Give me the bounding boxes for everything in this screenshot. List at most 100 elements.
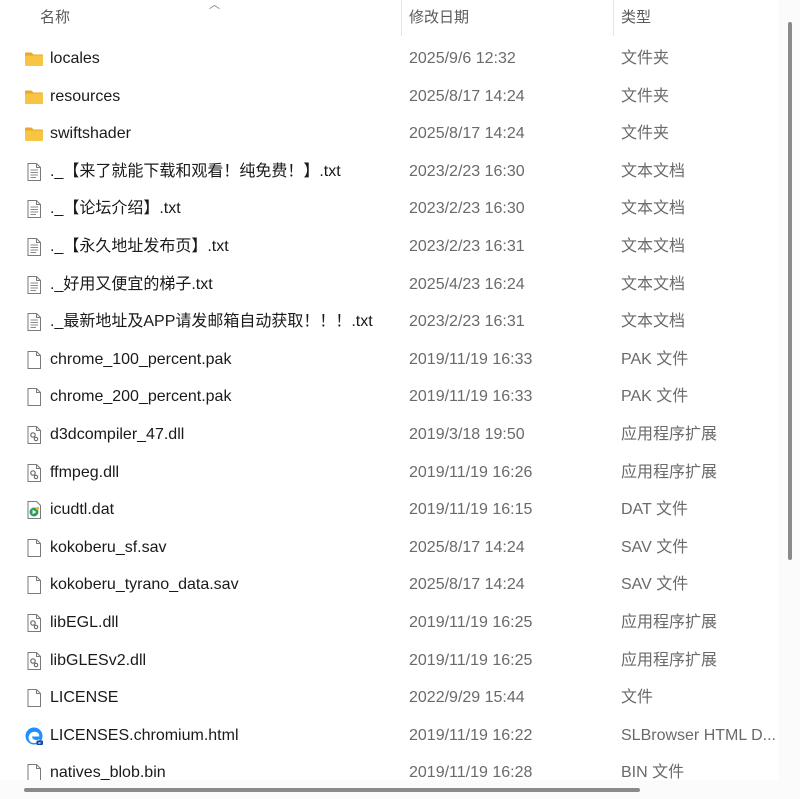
file-row[interactable]: d3dcompiler_47.dll 2019/3/18 19:50 应用程序扩展	[0, 416, 778, 454]
file-modified-date: 2023/2/23 16:31	[409, 237, 525, 255]
vertical-scrollbar[interactable]	[778, 0, 800, 799]
file-type: 文本文档	[621, 200, 686, 218]
file-name[interactable]: ._最新地址及APP请发邮箱自动获取！！！.txt	[50, 303, 373, 341]
file-type: SLBrowser HTML D...	[621, 726, 776, 744]
file-modified-date: 2025/4/23 16:24	[409, 275, 525, 293]
file-name[interactable]: icudtl.dat	[50, 491, 114, 529]
column-header: ︿ 名称 修改日期 类型	[0, 0, 778, 36]
file-modified-date: 2023/2/23 16:30	[409, 162, 525, 180]
horizontal-scrollbar[interactable]	[0, 780, 778, 799]
text-document-icon	[24, 312, 44, 332]
file-modified-date: 2022/9/29 15:44	[409, 689, 525, 707]
file-name[interactable]: ._好用又便宜的梯子.txt	[50, 266, 213, 304]
file-row[interactable]: ._【来了就能下载和观看！纯免费！】.txt 2023/2/23 16:30 文本文…	[0, 153, 778, 191]
file-type: PAK 文件	[621, 388, 689, 406]
file-name[interactable]: LICENSES.chromium.html	[50, 717, 239, 755]
file-row[interactable]: libEGL.dll 2019/11/19 16:25 应用程序扩展	[0, 604, 778, 642]
file-name[interactable]: libGLESv2.dll	[50, 642, 146, 680]
file-name[interactable]: natives_blob.bin	[50, 754, 166, 780]
file-name[interactable]: kokoberu_tyrano_data.sav	[50, 566, 239, 604]
file-type: 文件	[621, 689, 654, 707]
file-type: 文件夹	[621, 87, 670, 105]
file-modified-date: 2019/11/19 16:26	[409, 463, 533, 481]
file-modified-date: 2025/8/17 14:24	[409, 87, 525, 105]
file-type: 文件夹	[621, 125, 670, 143]
file-type: 文本文档	[621, 237, 686, 255]
file-name[interactable]: ._【永久地址发布页】.txt	[50, 228, 229, 266]
sort-ascending-icon[interactable]: ︿	[209, 0, 220, 11]
file-name[interactable]: locales	[50, 40, 100, 78]
file-type: 文本文档	[621, 162, 686, 180]
dll-file-icon	[24, 651, 44, 671]
folder-icon	[24, 124, 44, 144]
column-divider[interactable]	[401, 0, 402, 36]
file-type: 应用程序扩展	[621, 613, 718, 631]
file-row[interactable]: ffmpeg.dll 2019/11/19 16:26 应用程序扩展	[0, 454, 778, 492]
vertical-scrollbar-thumb[interactable]	[788, 22, 792, 560]
column-header-date[interactable]: 修改日期	[409, 0, 469, 36]
file-type: 应用程序扩展	[621, 651, 718, 669]
file-row[interactable]: ._最新地址及APP请发邮箱自动获取！！！.txt 2023/2/23 16:31…	[0, 303, 778, 341]
file-modified-date: 2025/8/17 14:24	[409, 125, 525, 143]
blank-file-icon	[24, 763, 44, 780]
file-name[interactable]: libEGL.dll	[50, 604, 118, 642]
file-row[interactable]: kokoberu_sf.sav 2025/8/17 14:24 SAV 文件	[0, 529, 778, 567]
file-row[interactable]: LICENSE 2022/9/29 15:44 文件	[0, 679, 778, 717]
blank-file-icon	[24, 538, 44, 558]
blank-file-icon	[24, 387, 44, 407]
column-header-type[interactable]: 类型	[621, 0, 651, 36]
file-type: PAK 文件	[621, 350, 689, 368]
file-row[interactable]: ._【论坛介绍】.txt 2023/2/23 16:30 文本文档	[0, 190, 778, 228]
column-divider[interactable]	[613, 0, 614, 36]
file-name[interactable]: kokoberu_sf.sav	[50, 529, 167, 567]
file-row[interactable]: ._【永久地址发布页】.txt 2023/2/23 16:31 文本文档	[0, 228, 778, 266]
file-name[interactable]: swiftshader	[50, 115, 131, 153]
column-header-name[interactable]: 名称	[40, 0, 70, 36]
file-row[interactable]: kokoberu_tyrano_data.sav 2025/8/17 14:24 S…	[0, 566, 778, 604]
file-name[interactable]: chrome_200_percent.pak	[50, 378, 231, 416]
file-modified-date: 2019/11/19 16:25	[409, 651, 533, 669]
folder-icon	[24, 49, 44, 69]
file-row[interactable]: libGLESv2.dll 2019/11/19 16:25 应用程序扩展	[0, 642, 778, 680]
file-row[interactable]: chrome_200_percent.pak 2019/11/19 16:33 PA…	[0, 378, 778, 416]
text-document-icon	[24, 237, 44, 257]
file-type: SAV 文件	[621, 538, 689, 556]
text-document-icon	[24, 162, 44, 182]
file-row[interactable]: swiftshader 2025/8/17 14:24 文件夹	[0, 115, 778, 153]
file-modified-date: 2019/3/18 19:50	[409, 425, 525, 443]
file-row[interactable]: icudtl.dat 2019/11/19 16:15 DAT 文件	[0, 491, 778, 529]
file-type: 文本文档	[621, 275, 686, 293]
file-modified-date: 2019/11/19 16:33	[409, 388, 533, 406]
file-row[interactable]: resources 2025/8/17 14:24 文件夹	[0, 78, 778, 116]
file-modified-date: 2019/11/19 16:28	[409, 764, 533, 780]
horizontal-scrollbar-thumb[interactable]	[24, 788, 640, 792]
file-modified-date: 2019/11/19 16:22	[409, 726, 533, 744]
file-type: 文件夹	[621, 50, 670, 67]
blank-file-icon	[24, 688, 44, 708]
file-name[interactable]: ffmpeg.dll	[50, 454, 119, 492]
file-name[interactable]: d3dcompiler_47.dll	[50, 416, 184, 454]
file-name[interactable]: resources	[50, 78, 120, 116]
file-list: locales 2025/9/6 12:32 文件夹 resources 2025/8/…	[0, 40, 778, 780]
file-name[interactable]: chrome_100_percent.pak	[50, 341, 231, 379]
dll-file-icon	[24, 613, 44, 633]
browser-html-icon: ai	[24, 726, 44, 746]
media-file-icon	[24, 500, 44, 520]
dll-file-icon	[24, 425, 44, 445]
file-modified-date: 2023/2/23 16:30	[409, 200, 525, 218]
file-row[interactable]: ._好用又便宜的梯子.txt 2025/4/23 16:24 文本文档	[0, 266, 778, 304]
file-type: BIN 文件	[621, 764, 685, 780]
file-row[interactable]: locales 2025/9/6 12:32 文件夹	[0, 40, 778, 78]
file-modified-date: 2023/2/23 16:31	[409, 313, 525, 331]
file-name[interactable]: LICENSE	[50, 679, 118, 717]
file-modified-date: 2019/11/19 16:15	[409, 501, 533, 519]
file-row[interactable]: chrome_100_percent.pak 2019/11/19 16:33 PA…	[0, 341, 778, 379]
file-name[interactable]: ._【论坛介绍】.txt	[50, 190, 181, 228]
file-row[interactable]: natives_blob.bin 2019/11/19 16:28 BIN 文件	[0, 754, 778, 780]
file-name[interactable]: ._【来了就能下载和观看！纯免费！】.txt	[50, 153, 341, 191]
svg-text:ai: ai	[38, 740, 41, 745]
file-modified-date: 2025/8/17 14:24	[409, 576, 525, 594]
file-modified-date: 2025/8/17 14:24	[409, 538, 525, 556]
file-row[interactable]: ai LICENSES.chromium.html 2019/11/19 16:22…	[0, 717, 778, 755]
file-type: 应用程序扩展	[621, 425, 718, 443]
